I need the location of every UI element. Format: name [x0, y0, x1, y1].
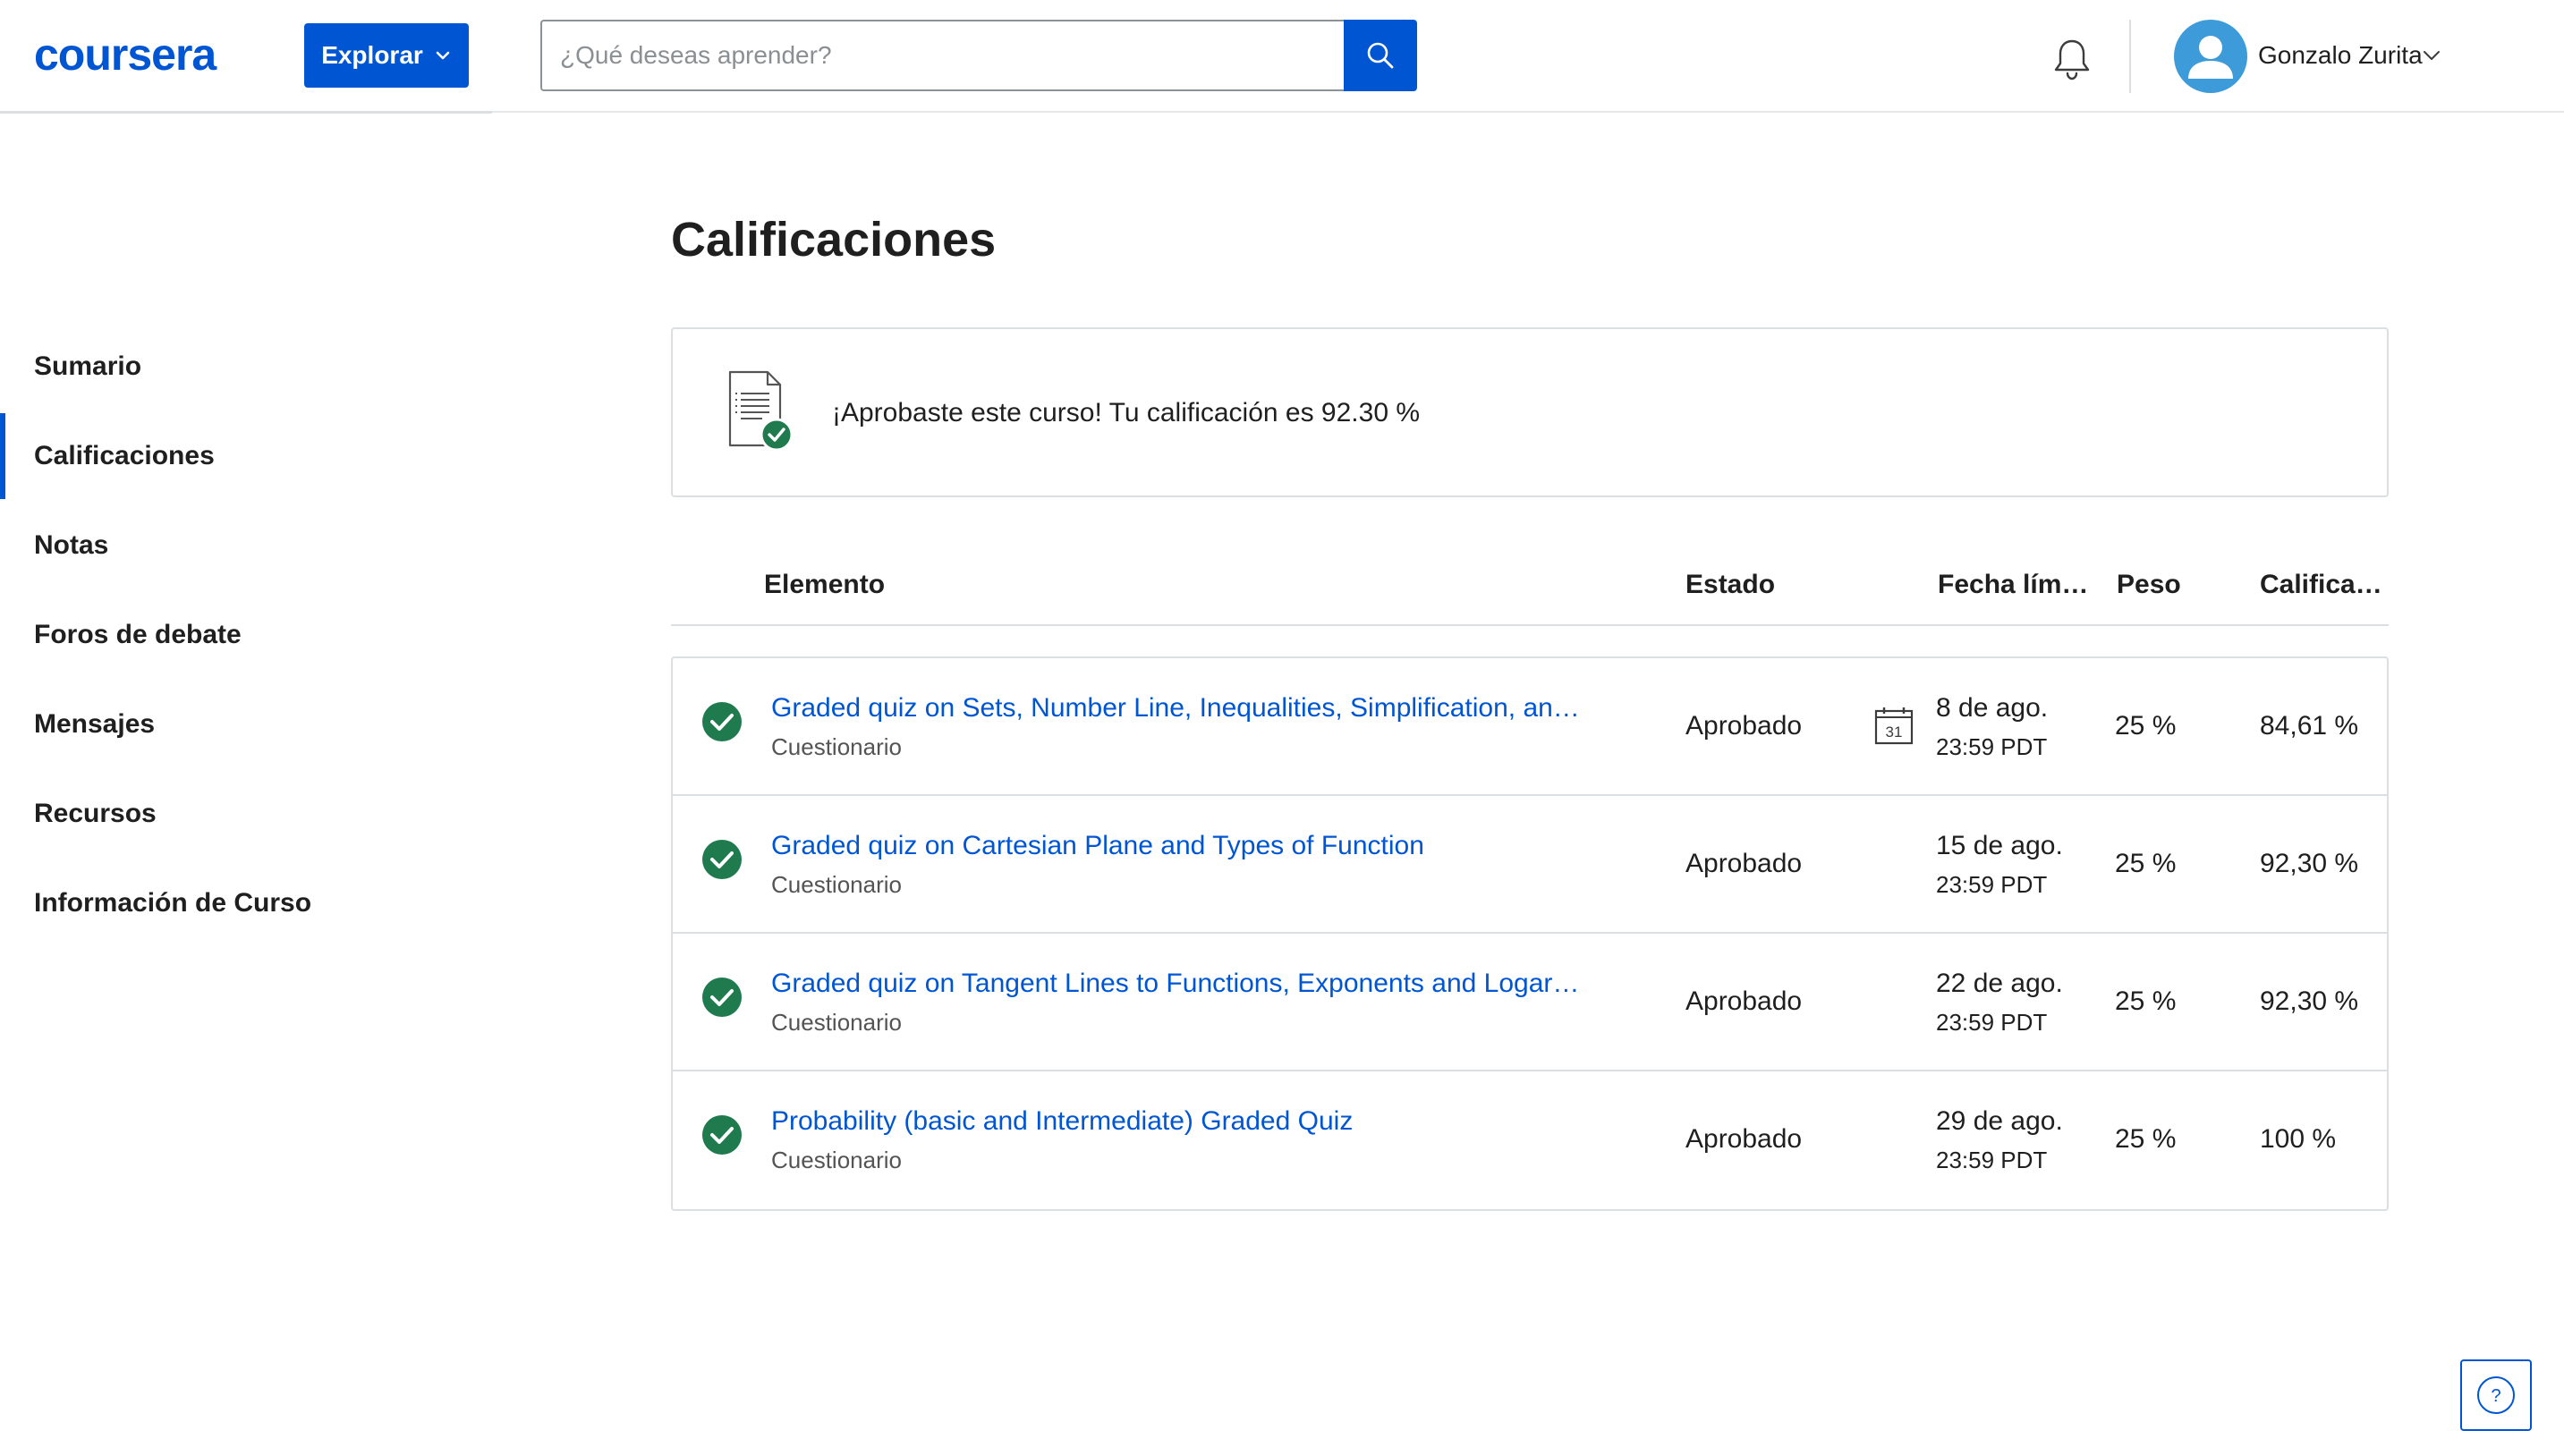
check-circle-icon — [702, 840, 742, 879]
due-date: 8 de ago. — [1936, 693, 2049, 723]
column-header-status[interactable]: Estado — [1685, 567, 1775, 603]
chevron-down-icon — [436, 51, 450, 60]
sidebar-item-calificaciones[interactable]: Calificaciones — [0, 411, 447, 501]
sidebar-item-label: Sumario — [34, 351, 142, 381]
search-input[interactable] — [540, 20, 1344, 91]
table-row: Graded quiz on Tangent Lines to Function… — [673, 934, 2387, 1071]
check-circle-icon — [702, 1115, 742, 1155]
top-header: coursera Explorar Gonzalo Zurita — [0, 0, 2564, 114]
column-header-grade[interactable]: Califica… — [2260, 567, 2382, 603]
avatar[interactable] — [2174, 20, 2247, 93]
search-button[interactable] — [1344, 20, 1417, 91]
due-time: 23:59 PDT — [1936, 733, 2048, 760]
grade-value: 100 % — [2260, 1124, 2337, 1154]
check-circle-icon — [702, 978, 742, 1017]
item-type: Cuestionario — [771, 871, 902, 898]
column-header-weight[interactable]: Peso — [2117, 567, 2181, 603]
status-text: Aprobado — [1685, 849, 1803, 878]
header-separator — [2129, 20, 2131, 93]
item-link[interactable]: Probability (basic and Intermediate) Gra… — [771, 1104, 1353, 1139]
item-type: Cuestionario — [771, 1009, 902, 1036]
grades-table-header: Elemento Estado Fecha lím… Peso Califica… — [671, 551, 2389, 626]
sidebar-item-foros[interactable]: Foros de debate — [0, 590, 447, 680]
search-icon — [1367, 42, 1394, 69]
sidebar-item-sumario[interactable]: Sumario — [0, 322, 447, 411]
status-text: Aprobado — [1685, 711, 1803, 741]
weight-value: 25 % — [2115, 849, 2177, 878]
explore-label: Explorar — [321, 41, 423, 69]
coursera-logo[interactable]: coursera — [34, 27, 216, 82]
sidebar-item-informacion[interactable]: Información de Curso — [0, 859, 447, 948]
help-icon: ? — [2477, 1376, 2515, 1414]
sidebar-item-label: Mensajes — [34, 709, 156, 739]
due-date: 29 de ago. — [1936, 1106, 2063, 1136]
column-header-item[interactable]: Elemento — [764, 567, 885, 603]
user-name[interactable]: Gonzalo Zurita — [2258, 39, 2423, 72]
bell-icon[interactable] — [2047, 34, 2097, 84]
table-row: Graded quiz on Sets, Number Line, Inequa… — [673, 658, 2387, 796]
pass-banner: ¡Aprobaste este curso! Tu calificación e… — [671, 327, 2389, 497]
weight-value: 25 % — [2115, 711, 2177, 741]
sidebar-item-label: Recursos — [34, 799, 157, 828]
help-glyph: ? — [2491, 1386, 2500, 1406]
item-type: Cuestionario — [771, 733, 902, 760]
sidebar-item-label: Información de Curso — [34, 888, 312, 918]
course-sidebar: Sumario Calificaciones Notas Foros de de… — [0, 322, 447, 948]
grade-value: 92,30 % — [2260, 986, 2359, 1016]
sidebar-item-recursos[interactable]: Recursos — [0, 769, 447, 859]
status-text: Aprobado — [1685, 986, 1803, 1016]
weight-value: 25 % — [2115, 1124, 2177, 1154]
weight-value: 25 % — [2115, 986, 2177, 1016]
page-title: Calificaciones — [671, 213, 997, 267]
calendar-icon: 31 — [1874, 707, 1914, 745]
chevron-down-icon[interactable] — [2421, 45, 2442, 66]
sidebar-item-mensajes[interactable]: Mensajes — [0, 680, 447, 769]
due-time: 23:59 PDT — [1936, 1147, 2048, 1173]
column-header-due[interactable]: Fecha lím… — [1938, 567, 2088, 603]
calendar-day: 31 — [1886, 724, 1903, 741]
grade-value: 84,61 % — [2260, 711, 2359, 741]
certificate-document-icon — [728, 370, 794, 452]
due-date: 15 de ago. — [1936, 831, 2063, 860]
table-row: Graded quiz on Cartesian Plane and Types… — [673, 796, 2387, 934]
user-icon — [2188, 36, 2233, 79]
check-circle-icon — [702, 702, 742, 741]
item-link[interactable]: Graded quiz on Tangent Lines to Function… — [771, 966, 1585, 1002]
sidebar-item-label: Foros de debate — [34, 620, 242, 649]
sidebar-item-label: Notas — [34, 530, 109, 560]
item-type: Cuestionario — [771, 1147, 902, 1173]
help-button[interactable]: ? — [2460, 1359, 2532, 1431]
due-time: 23:59 PDT — [1936, 1009, 2048, 1036]
status-text: Aprobado — [1685, 1124, 1803, 1154]
sidebar-item-label: Calificaciones — [34, 441, 215, 470]
grade-value: 92,30 % — [2260, 849, 2359, 878]
header-divider — [0, 111, 492, 114]
grades-table: Graded quiz on Sets, Number Line, Inequa… — [671, 656, 2389, 1211]
item-link[interactable]: Graded quiz on Sets, Number Line, Inequa… — [771, 690, 1580, 726]
search-bar — [540, 20, 1417, 91]
sidebar-item-notas[interactable]: Notas — [0, 501, 447, 590]
table-row: Probability (basic and Intermediate) Gra… — [673, 1071, 2387, 1209]
explore-button[interactable]: Explorar — [304, 23, 469, 88]
pass-message: ¡Aprobaste este curso! Tu calificación e… — [832, 398, 1421, 427]
due-time: 23:59 PDT — [1936, 871, 2048, 898]
due-date: 22 de ago. — [1936, 969, 2063, 998]
item-link[interactable]: Graded quiz on Cartesian Plane and Types… — [771, 828, 1424, 864]
